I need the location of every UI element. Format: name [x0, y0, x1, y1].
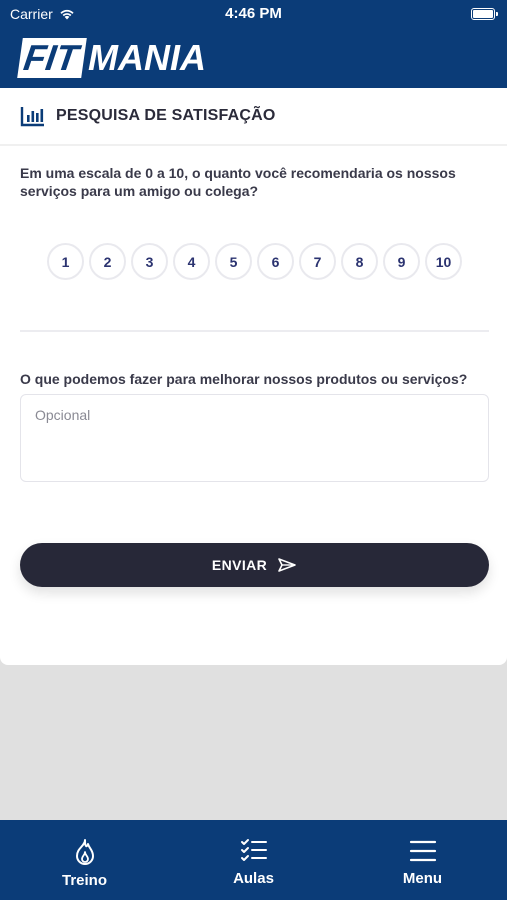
- rating-button-9[interactable]: 9: [383, 243, 420, 280]
- fitmania-logo: FIT MANIA: [17, 37, 206, 78]
- flame-icon: [75, 839, 94, 865]
- tab-treino[interactable]: Treino: [0, 820, 169, 900]
- feedback-textarea[interactable]: [20, 394, 489, 482]
- tab-aulas-label: Aulas: [233, 870, 274, 887]
- tab-aulas[interactable]: Aulas: [169, 820, 338, 900]
- bar-chart-icon: [20, 107, 44, 127]
- card-title: PESQUISA DE SATISFAÇÃO: [56, 107, 276, 124]
- send-button-label: ENVIAR: [211, 557, 268, 573]
- tab-menu-label: Menu: [402, 870, 443, 887]
- status-bar: Carrier 4:46 PM: [0, 0, 507, 28]
- rating-scale: 1 2 3 4 5 6 7 8 9 10: [47, 243, 462, 280]
- send-icon: [278, 558, 296, 572]
- recommend-question: Em uma escala de 0 a 10, o quanto você r…: [20, 165, 456, 199]
- rating-button-1[interactable]: 1: [47, 243, 84, 280]
- bottom-tab-bar: Treino Aulas Menu: [0, 820, 507, 900]
- rating-button-4[interactable]: 4: [173, 243, 210, 280]
- rating-button-3[interactable]: 3: [131, 243, 168, 280]
- rating-button-5[interactable]: 5: [215, 243, 252, 280]
- hamburger-icon: [409, 840, 436, 862]
- rating-button-7[interactable]: 7: [299, 243, 336, 280]
- logo-mania-text: MANIA: [87, 37, 206, 78]
- rating-button-6[interactable]: 6: [257, 243, 294, 280]
- rating-button-8[interactable]: 8: [341, 243, 378, 280]
- survey-card: PESQUISA DE SATISFAÇÃO Em uma escala de …: [0, 88, 507, 665]
- send-button[interactable]: ENVIAR: [20, 543, 489, 587]
- rating-button-10[interactable]: 10: [425, 243, 462, 280]
- improve-question: O que podemos fazer para melhorar nossos…: [20, 371, 468, 387]
- card-header: PESQUISA DE SATISFAÇÃO: [0, 88, 507, 146]
- section-divider: [20, 330, 489, 332]
- tab-menu[interactable]: Menu: [338, 820, 507, 900]
- rating-button-2[interactable]: 2: [89, 243, 126, 280]
- tab-treino-label: Treino: [61, 872, 107, 889]
- battery-icon: [471, 8, 498, 20]
- app-header: Carrier 4:46 PM FIT MANIA: [0, 0, 507, 88]
- checklist-icon: [240, 839, 267, 861]
- logo-fit-text: FIT: [17, 37, 87, 78]
- status-time: 4:46 PM: [225, 5, 282, 22]
